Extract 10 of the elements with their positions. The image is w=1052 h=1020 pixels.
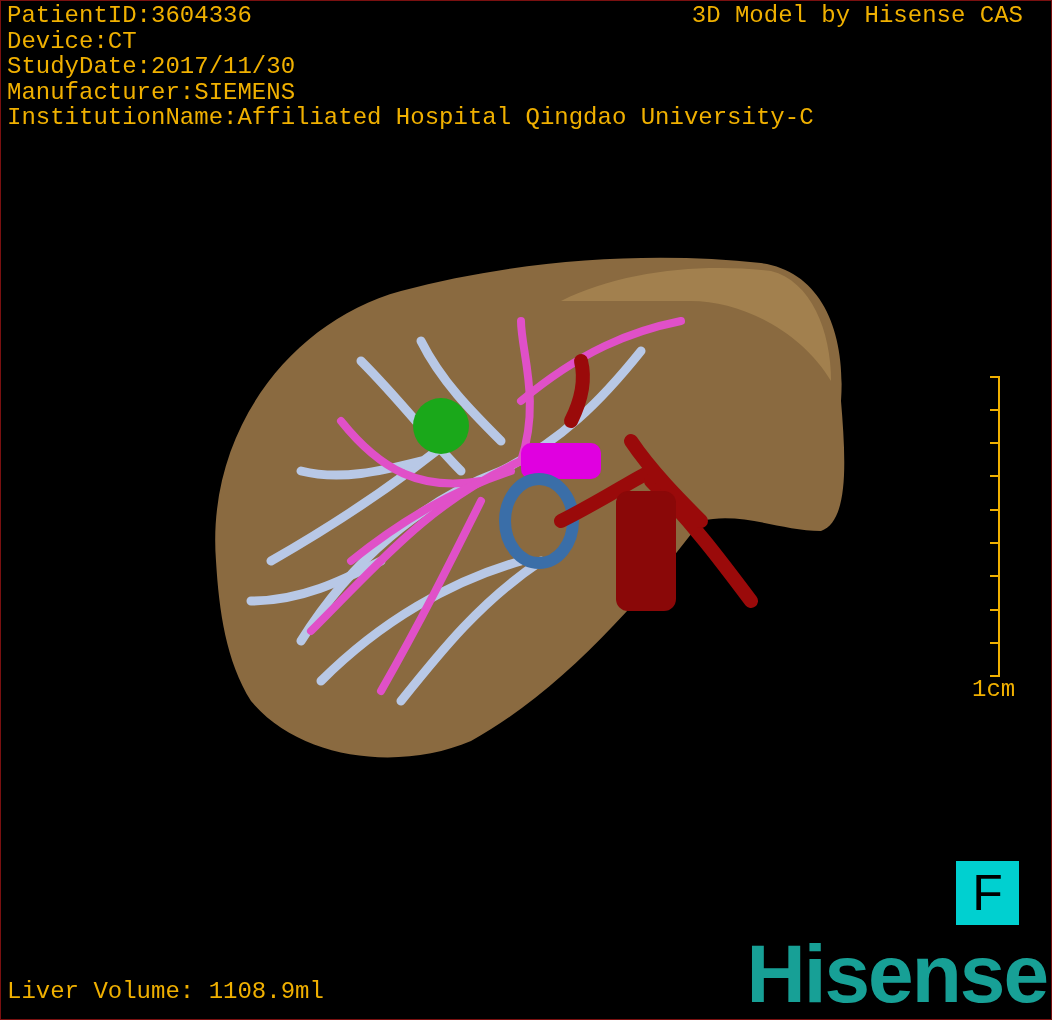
info-line: Manufacturer:SIEMENS — [7, 79, 296, 106]
info-line: InstitutionName:Affiliated Hospital Qingdao University-C — [7, 105, 814, 131]
orientation-marker: F — [956, 861, 1019, 925]
info-line: PatientID:3604336 — [7, 3, 252, 29]
scale-label: 1cm — [972, 677, 1016, 703]
info-line: StudyDate:2017/11/30 — [7, 54, 296, 80]
logo: Hisense — [746, 931, 1047, 1017]
liver-volume: Liver Volume: 1108.9ml — [7, 979, 324, 1005]
model-credit: 3D Model by Hisense CAS — [691, 3, 1023, 29]
info-line: Device:CT — [7, 28, 137, 55]
